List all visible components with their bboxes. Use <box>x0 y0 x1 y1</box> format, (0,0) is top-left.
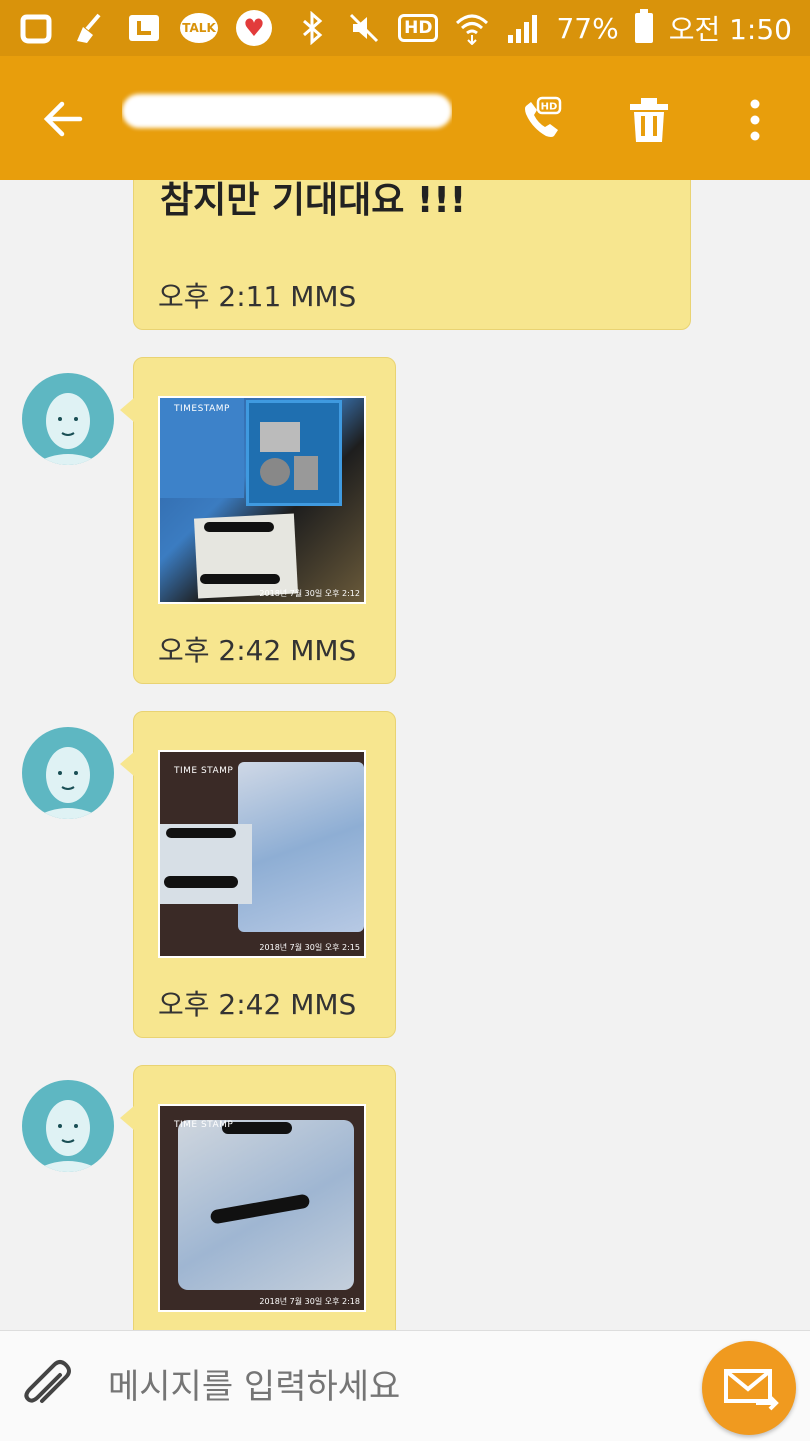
status-bar: TALK ♥ HD 77% 오전 1:50 <box>0 0 810 56</box>
photo-brand: TIME STAMP <box>174 1120 234 1130</box>
photo-timestamp: 2018년 7월 30일 오후 2:18 <box>259 1297 360 1306</box>
message-time: 오후 2:42 MMS <box>158 634 357 667</box>
more-vert-icon[interactable] <box>740 96 770 144</box>
battery-icon <box>634 9 653 43</box>
battery-percentage: 77% <box>556 11 619 45</box>
app-bar: HD <box>0 56 810 180</box>
kakaotalk-icon: TALK <box>180 13 218 43</box>
mute-icon <box>346 10 382 46</box>
message-input[interactable] <box>106 1361 670 1413</box>
send-button[interactable] <box>702 1341 796 1435</box>
send-mail-icon <box>724 1369 779 1411</box>
hd-icon: HD <box>398 14 439 42</box>
heart-icon: ♥ <box>236 10 272 46</box>
signal-icon <box>506 13 540 43</box>
back-arrow-icon[interactable] <box>38 94 88 144</box>
l-app-icon <box>126 10 162 46</box>
conversation-list[interactable]: 참지만 기대대요 !!! 오후 2:11 MMS TIMESTAMP 2018년… <box>0 180 810 1330</box>
photo-brand: TIMESTAMP <box>174 404 230 414</box>
bluetooth-icon <box>294 10 330 46</box>
hd-call-icon[interactable]: HD <box>518 96 566 144</box>
photo-timestamp: 2018년 7월 30일 오후 2:12 <box>259 589 360 598</box>
message-time: 오후 2:42 MMS <box>158 988 357 1021</box>
message-bubble[interactable]: TIME STAMP 2018년 7월 30일 오후 2:15 오후 2:42 … <box>120 711 396 1038</box>
message-composer <box>0 1330 810 1441</box>
call-hd-badge: HD <box>541 102 558 113</box>
broom-icon <box>72 10 108 46</box>
wifi-icon <box>454 10 490 46</box>
message-bubble[interactable]: TIMESTAMP 2018년 7월 30일 오후 2:12 오후 2:42 M… <box>120 357 396 684</box>
photo-brand: TIME STAMP <box>174 766 234 776</box>
clock: 오전 1:50 <box>668 13 792 46</box>
avatar[interactable] <box>22 373 114 465</box>
message-text: 참지만 기대대요 !!! <box>160 180 467 221</box>
photo-timestamp: 2018년 7월 30일 오후 2:15 <box>259 943 360 952</box>
message-bubble[interactable]: TIME STAMP 2018년 7월 30일 오후 2:18 <box>120 1065 396 1330</box>
o-app-icon <box>18 10 54 46</box>
contact-name <box>122 88 452 134</box>
paperclip-icon[interactable] <box>20 1357 78 1415</box>
photo-thumbnail[interactable]: TIMESTAMP 2018년 7월 30일 오후 2:12 <box>158 396 366 604</box>
avatar[interactable] <box>22 1080 114 1172</box>
photo-thumbnail[interactable]: TIME STAMP 2018년 7월 30일 오후 2:15 <box>158 750 366 958</box>
message-time: 오후 2:11 MMS <box>158 280 357 313</box>
photo-thumbnail[interactable]: TIME STAMP 2018년 7월 30일 오후 2:18 <box>158 1104 366 1312</box>
avatar[interactable] <box>22 727 114 819</box>
message-bubble[interactable]: 참지만 기대대요 !!! 오후 2:11 MMS <box>133 180 691 330</box>
trash-icon[interactable] <box>626 96 672 144</box>
